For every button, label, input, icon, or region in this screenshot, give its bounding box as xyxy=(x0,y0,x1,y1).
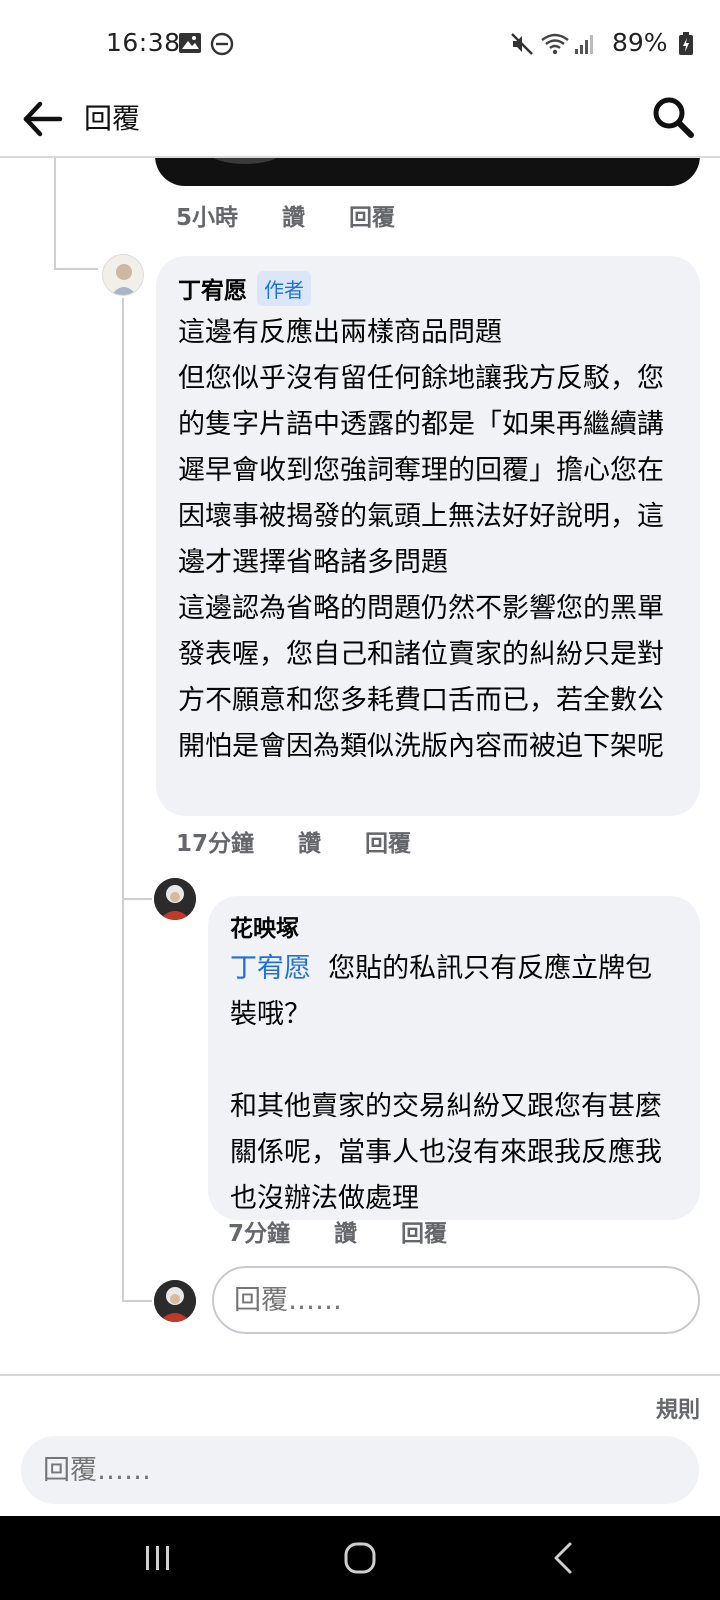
comment-bubble: 花映塚 丁宥愿 您貼的私訊只有反應立牌包裝哦？ 和其他賣家的交易糾紛又跟您有甚麼… xyxy=(208,896,700,1220)
signal-icon xyxy=(575,35,593,54)
reply-button[interactable]: 回覆 xyxy=(349,205,395,231)
comment-time: 5小時 xyxy=(176,205,239,231)
reply-button[interactable]: 回覆 xyxy=(365,831,411,857)
comment-thread: 5小時 讚 回覆 丁宥愿 作者 這邊有反應出兩樣商品問題 但您似乎沒有留任何餘地… xyxy=(0,158,720,1374)
back-nav-icon[interactable] xyxy=(534,1536,594,1580)
avatar-image xyxy=(111,264,137,295)
comment-meta: 5小時 讚 回覆 xyxy=(176,198,431,232)
mute-icon xyxy=(511,33,533,55)
recent-apps-icon[interactable] xyxy=(128,1536,188,1580)
status-bar: 16:38 89% xyxy=(0,0,720,88)
comment-meta: 7分鐘 讚 回覆 xyxy=(228,1214,483,1248)
home-icon[interactable] xyxy=(330,1536,390,1580)
thread-connector xyxy=(122,898,152,900)
composer: 規則 xyxy=(0,1374,720,1516)
avatar[interactable] xyxy=(154,878,196,920)
comment-text: 丁宥愿 您貼的私訊只有反應立牌包裝哦？ 和其他賣家的交易糾紛又跟您有甚麼關係呢，… xyxy=(230,946,678,1222)
mention-link[interactable]: 丁宥愿 xyxy=(230,953,311,984)
app-bar: 回覆 xyxy=(0,88,720,158)
arrow-left-icon[interactable] xyxy=(18,94,68,144)
rules-link[interactable]: 規則 xyxy=(656,1392,700,1424)
comment-time: 17分鐘 xyxy=(176,831,255,857)
comment-meta: 17分鐘 讚 回覆 xyxy=(176,824,447,858)
comment-bubble: 丁宥愿 作者 這邊有反應出兩樣商品問題 但您似乎沒有留任何餘地讓我方反駁，您的隻… xyxy=(156,256,700,816)
comment-body: 您貼的私訊只有反應立牌包裝哦？ 和其他賣家的交易糾紛又跟您有甚麼關係呢，當事人也… xyxy=(230,953,662,1214)
like-button[interactable]: 讚 xyxy=(334,1221,357,1247)
battery-icon xyxy=(679,32,693,55)
comment-time: 7分鐘 xyxy=(228,1221,291,1247)
wifi-icon xyxy=(541,33,569,55)
comment-input[interactable] xyxy=(21,1436,699,1504)
like-button[interactable]: 讚 xyxy=(298,831,321,857)
comment-image[interactable] xyxy=(155,158,700,186)
avatar xyxy=(154,1280,196,1322)
thread-line xyxy=(122,298,124,1300)
reply-button[interactable]: 回覆 xyxy=(401,1221,447,1247)
do-not-disturb-icon xyxy=(210,32,234,56)
comment-text: 這邊有反應出兩樣商品問題 但您似乎沒有留任何餘地讓我方反駁，您的隻字片語中透露的… xyxy=(178,317,664,762)
avatar-image xyxy=(154,1280,196,1322)
author-name[interactable]: 花映塚 xyxy=(230,909,299,943)
author-badge: 作者 xyxy=(257,270,311,306)
navigation-bar xyxy=(0,1516,720,1600)
like-button[interactable]: 讚 xyxy=(282,205,305,231)
search-icon[interactable] xyxy=(648,92,698,142)
image-detail xyxy=(210,158,280,164)
reply-input[interactable] xyxy=(212,1266,700,1334)
avatar-image xyxy=(154,878,196,920)
page-title: 回覆 xyxy=(84,102,141,135)
thread-line xyxy=(54,158,56,270)
battery-percent: 89% xyxy=(612,28,668,57)
author-name[interactable]: 丁宥愿 xyxy=(178,271,247,305)
avatar[interactable] xyxy=(102,254,144,296)
thread-connector xyxy=(54,268,98,270)
image-icon xyxy=(179,33,201,53)
thread-connector xyxy=(122,1300,152,1302)
status-time: 16:38 xyxy=(106,28,181,57)
